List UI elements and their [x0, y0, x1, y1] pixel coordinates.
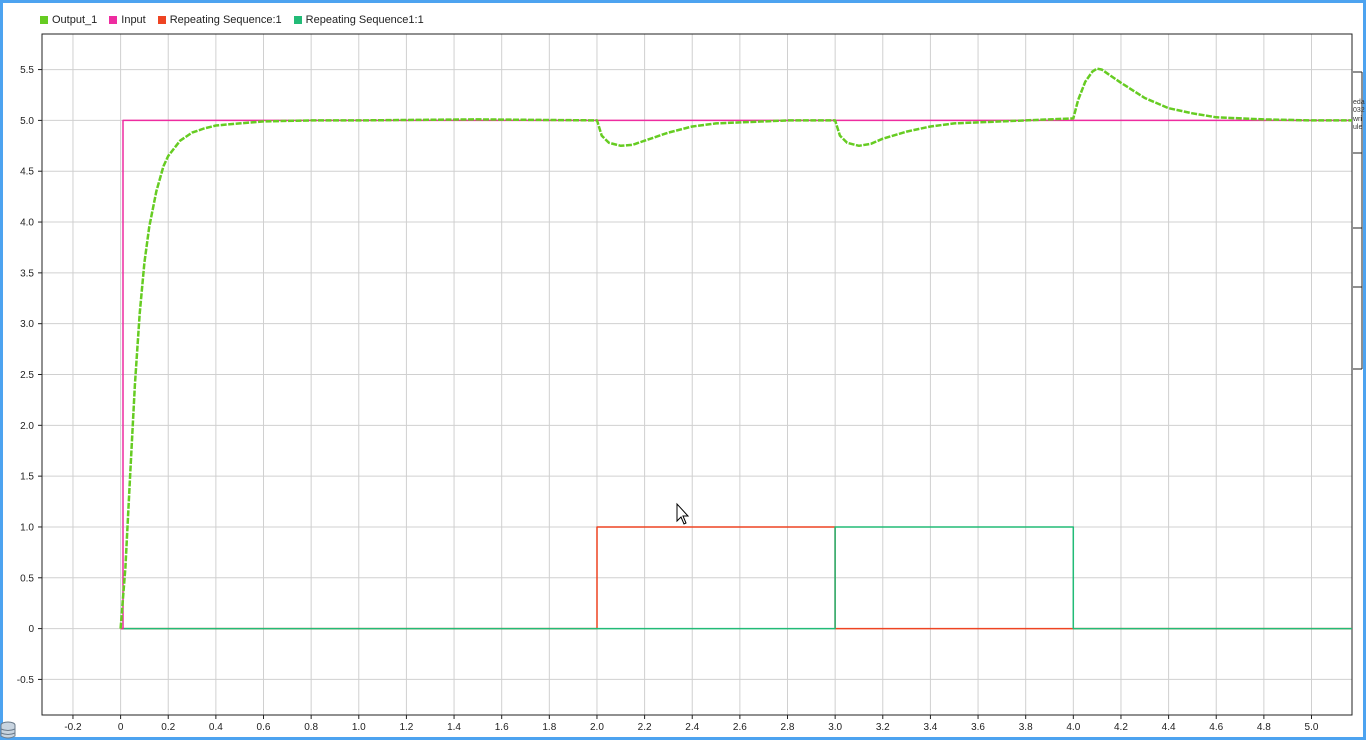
x-tick-label: 0.6: [257, 722, 271, 733]
y-tick-label: 2.5: [20, 370, 34, 381]
y-tick-label: 0.5: [20, 573, 34, 584]
x-tick-label: 4.0: [1066, 722, 1080, 733]
side-label-2: 032: [1353, 107, 1365, 114]
x-tick-label: 4.4: [1162, 722, 1176, 733]
database-icon[interactable]: [0, 720, 16, 740]
x-tick-label: 2.0: [590, 722, 604, 733]
x-tick-label: 0.2: [161, 722, 175, 733]
side-label-4: ule: [1353, 124, 1362, 131]
series-line-output-1: [119, 67, 1352, 629]
y-tick-label: 0: [28, 624, 34, 635]
x-tick-label: 4.2: [1114, 722, 1128, 733]
x-tick-label: 3.4: [923, 722, 937, 733]
axes: [38, 33, 1353, 719]
y-tick-label: 5.0: [20, 116, 34, 127]
tick-labels: -0.2 0 0.2 0.4 0.6 0.8 1.0 1.2 1.4 1.6 1.8 2.0 2.2 2.…: [17, 65, 1319, 733]
grid-lines: [42, 34, 1352, 715]
y-tick-label: 1.0: [20, 522, 34, 533]
x-tick-label: 1.4: [447, 722, 461, 733]
x-tick-label: 2.2: [638, 722, 652, 733]
x-tick-label: 0.4: [209, 722, 223, 733]
x-tick-label: 0: [118, 722, 124, 733]
x-tick-label: 1.0: [352, 722, 366, 733]
x-tick-label: 2.4: [685, 722, 699, 733]
y-tick-label: 4.0: [20, 218, 34, 229]
x-tick-label: 3.0: [828, 722, 842, 733]
y-tick-label: 3.0: [20, 319, 34, 330]
y-tick-label: -0.5: [17, 675, 35, 686]
x-tick-label: 4.6: [1209, 722, 1223, 733]
y-tick-label: 3.5: [20, 268, 34, 279]
x-tick-label: 1.8: [542, 722, 556, 733]
x-tick-label: 4.8: [1257, 722, 1271, 733]
x-tick-label: 1.6: [495, 722, 509, 733]
y-tick-label: 1.5: [20, 472, 34, 483]
x-tick-label: 3.6: [971, 722, 985, 733]
x-tick-label: 0.8: [304, 722, 318, 733]
x-tick-label: 5.0: [1305, 722, 1319, 733]
x-tick-label: -0.2: [64, 722, 82, 733]
x-tick-label: 2.8: [781, 722, 795, 733]
x-tick-label: 2.6: [733, 722, 747, 733]
side-annotation: eda 032 wri ule: [1352, 71, 1365, 370]
side-label-3: wri: [1352, 116, 1362, 123]
x-tick-label: 3.2: [876, 722, 890, 733]
x-tick-label: 3.8: [1019, 722, 1033, 733]
plot-area[interactable]: -0.2 0 0.2 0.4 0.6 0.8 1.0 1.2 1.4 1.6 1.8 2.0 2.2 2.…: [0, 0, 1366, 740]
y-tick-label: 2.0: [20, 421, 34, 432]
y-tick-label: 5.5: [20, 65, 34, 76]
mouse-cursor-icon: [676, 502, 690, 525]
series-lines: [119, 67, 1352, 630]
side-label-1: eda: [1353, 99, 1365, 106]
y-tick-label: 4.5: [20, 167, 34, 178]
x-tick-label: 1.2: [399, 722, 413, 733]
